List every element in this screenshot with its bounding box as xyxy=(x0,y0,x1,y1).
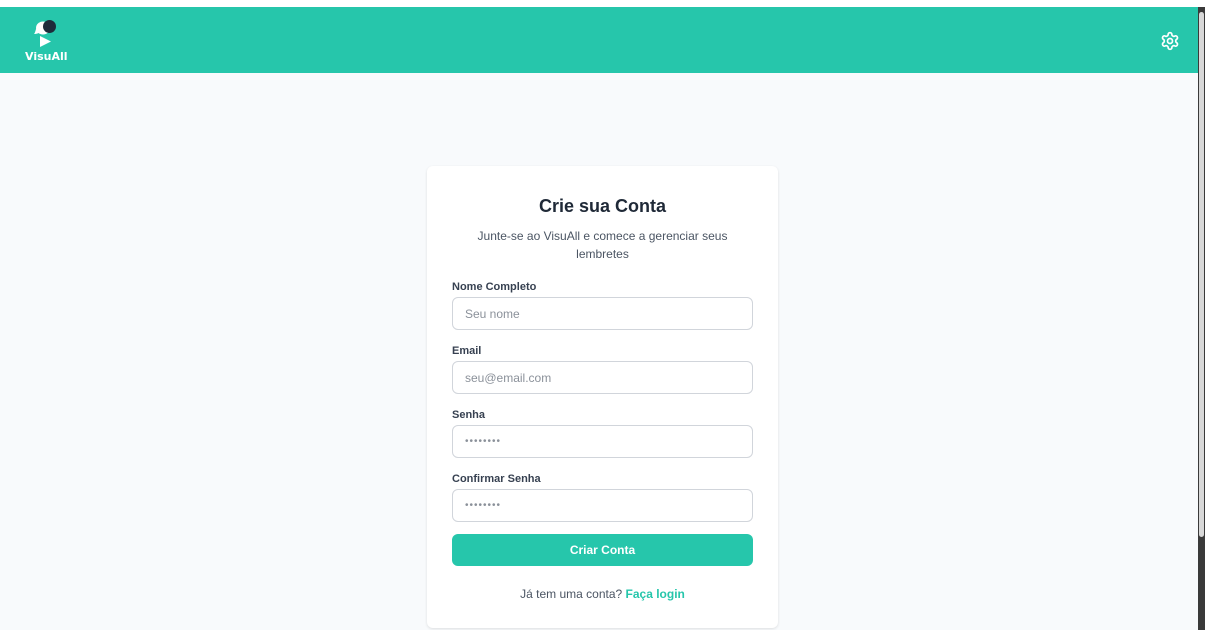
signup-card: Crie sua Conta Junte-se ao VisuAll e com… xyxy=(427,166,778,628)
name-label: Nome Completo xyxy=(452,281,537,293)
login-link[interactable]: Faça login xyxy=(626,587,685,601)
create-account-button[interactable]: Criar Conta xyxy=(452,534,753,566)
confirm-password-label: Confirmar Senha xyxy=(452,473,541,485)
email-input[interactable] xyxy=(452,361,753,394)
name-input[interactable] xyxy=(452,297,753,330)
logo-text: VisuAll xyxy=(25,50,68,63)
settings-button[interactable] xyxy=(1160,31,1180,51)
gear-icon xyxy=(1161,31,1179,51)
password-input[interactable] xyxy=(452,425,753,458)
chat-play-icon xyxy=(34,20,56,47)
email-label: Email xyxy=(452,345,482,357)
page-title: Crie sua Conta xyxy=(538,196,667,216)
app-header: VisuAll xyxy=(0,7,1198,73)
confirm-password-input[interactable] xyxy=(452,489,753,522)
password-label: Senha xyxy=(452,409,486,421)
page-subtitle: Junte-se ao VisuAll e comece a gerenciar… xyxy=(477,229,728,261)
login-prompt-text: Já tem uma conta? xyxy=(520,587,623,601)
app-logo[interactable]: VisuAll xyxy=(22,19,68,63)
top-strip xyxy=(0,0,1205,7)
login-prompt-row: Já tem uma conta? Faça login xyxy=(427,587,778,601)
scrollbar-thumb[interactable] xyxy=(1199,12,1204,537)
